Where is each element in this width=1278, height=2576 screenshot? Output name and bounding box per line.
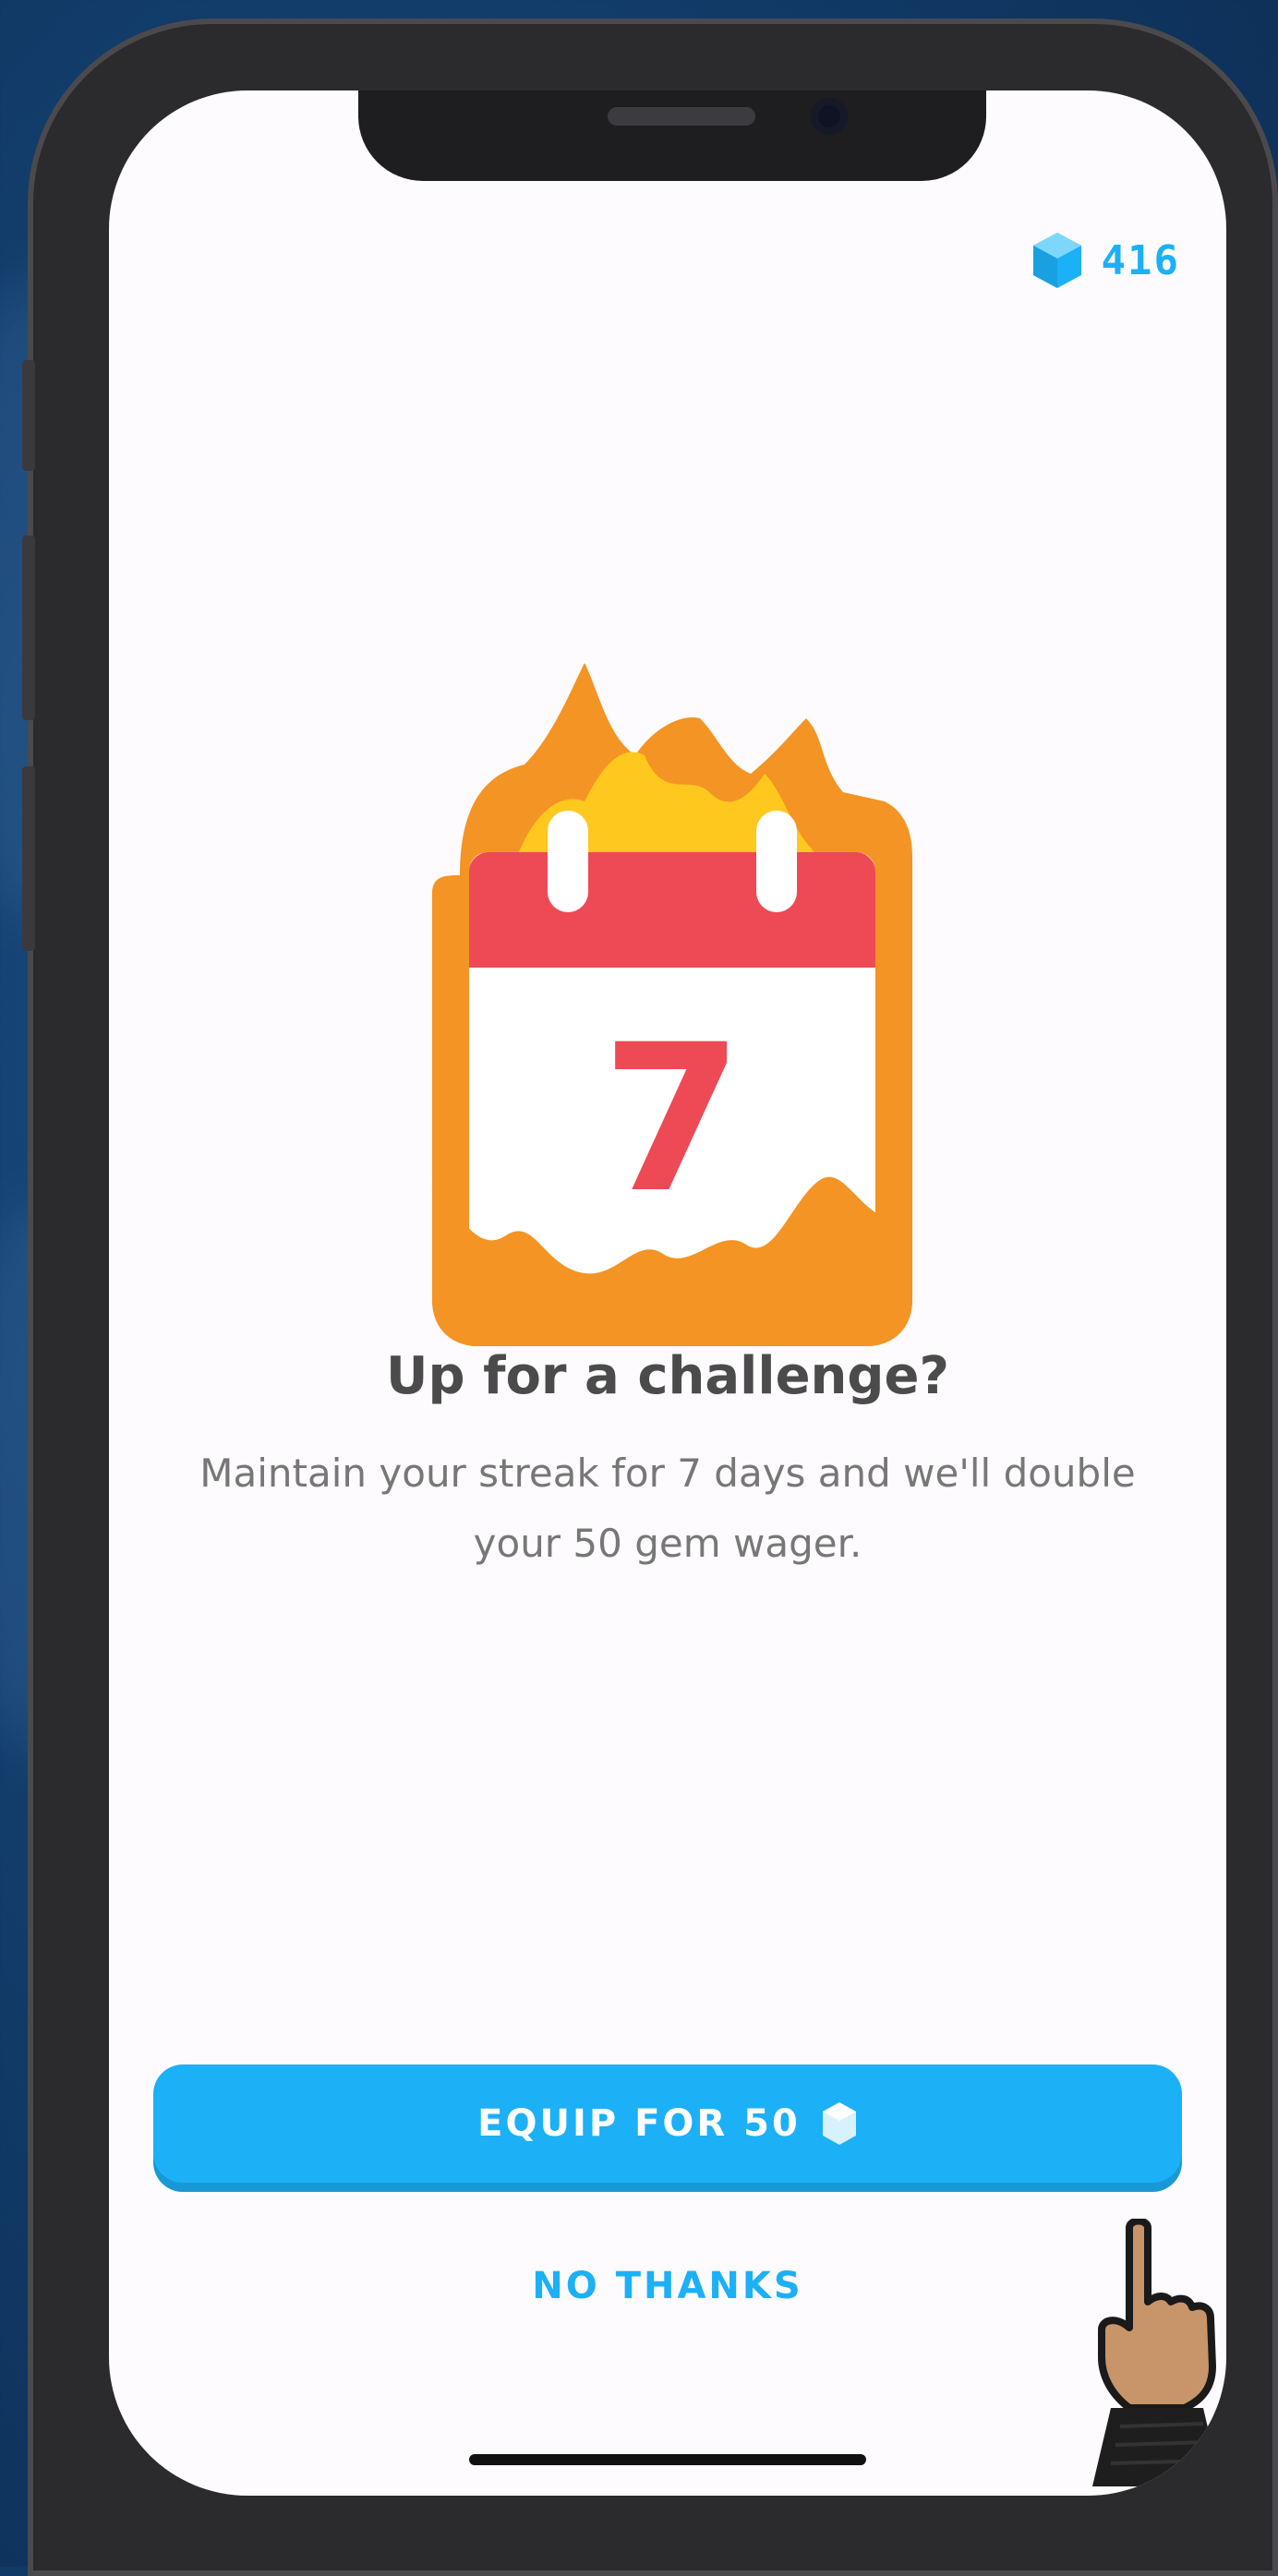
calendar-header <box>469 852 875 968</box>
notch <box>358 90 986 181</box>
home-indicator[interactable] <box>469 2454 866 2465</box>
calendar-day-number: 7 <box>601 1001 742 1237</box>
volume-up-button <box>22 536 35 720</box>
gem-icon <box>1032 233 1081 288</box>
equip-button[interactable]: EQUIP FOR 50 <box>153 2064 1182 2183</box>
gem-count: 416 <box>1101 236 1180 284</box>
page-description: Maintain your streak for 7 days and we'l… <box>199 1451 1136 1566</box>
side-button <box>22 360 35 471</box>
calendar-ring-left <box>548 811 588 912</box>
speaker <box>608 107 755 126</box>
no-thanks-button[interactable]: NO THANKS <box>109 2265 1226 2307</box>
equip-button-label: EQUIP FOR 50 <box>477 2102 801 2145</box>
gem-counter[interactable]: 416 <box>1031 231 1180 290</box>
app-screen: 416 7 Up for a challenge? Maintain your … <box>109 90 1226 2496</box>
pointing-hand-icon <box>1092 2219 1222 2486</box>
gem-icon <box>822 2102 856 2145</box>
calendar-ring-right <box>756 811 797 912</box>
burning-calendar-icon: 7 <box>432 663 912 1346</box>
volume-down-button <box>22 766 35 951</box>
front-camera <box>811 98 848 135</box>
phone-frame: 416 7 Up for a challenge? Maintain your … <box>22 18 1278 2576</box>
page-title: Up for a challenge? <box>386 1346 949 1406</box>
